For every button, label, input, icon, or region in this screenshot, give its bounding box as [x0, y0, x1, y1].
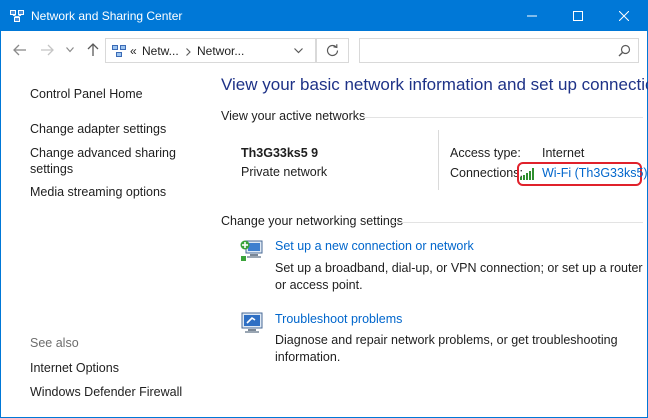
troubleshoot-description: Diagnose and repair network problems, or…	[275, 333, 618, 364]
sidebar-item-media-streaming-options[interactable]: Media streaming options	[30, 184, 166, 200]
title-bar[interactable]: Network and Sharing Center	[1, 1, 647, 31]
wifi-signal-icon	[520, 168, 534, 180]
search-box[interactable]	[359, 38, 639, 63]
breadcrumb-overflow[interactable]: «	[130, 44, 137, 58]
back-arrow-icon	[13, 44, 26, 56]
change-settings-heading: Change your networking settings	[221, 214, 404, 228]
sidebar: Control Panel Home Change adapter settin…	[1, 69, 215, 417]
network-location-icon	[112, 45, 126, 57]
troubleshoot-link[interactable]: Troubleshoot problems	[275, 312, 402, 326]
sidebar-item-internet-options[interactable]: Internet Options	[30, 360, 119, 376]
maximize-icon	[573, 11, 583, 21]
up-button[interactable]	[84, 41, 102, 59]
new-connection-icon	[240, 240, 263, 261]
forward-button[interactable]	[38, 41, 56, 59]
window: Network and Sharing Center « Netw... Net…	[0, 0, 648, 418]
access-type-label: Access type:	[450, 146, 521, 160]
page-title: View your basic network information and …	[221, 75, 648, 94]
setup-connection-description: Set up a broadband, dial-up, or VPN conn…	[275, 261, 643, 292]
close-icon	[619, 11, 629, 21]
address-bar[interactable]: « Netw... Networ...	[105, 38, 316, 63]
minimize-icon	[527, 15, 537, 17]
troubleshoot-icon	[241, 312, 263, 333]
setup-connection-link[interactable]: Set up a new connection or network	[275, 239, 474, 253]
sidebar-item-change-adapter-settings[interactable]: Change adapter settings	[30, 121, 166, 137]
chevron-down-icon	[66, 47, 74, 53]
minimize-button[interactable]	[509, 1, 555, 31]
refresh-button[interactable]	[316, 38, 349, 63]
back-button[interactable]	[11, 41, 29, 59]
forward-arrow-icon	[41, 44, 54, 56]
network-name: Th3G33ks5 9	[241, 146, 319, 160]
navigation-bar: « Netw... Networ...	[1, 31, 647, 69]
breadcrumb-item[interactable]: Networ...	[197, 44, 244, 58]
wifi-connection-link[interactable]: Wi-Fi (Th3G33ks5)	[542, 166, 648, 180]
chevron-right-icon	[186, 48, 191, 56]
search-input[interactable]	[364, 43, 604, 59]
section-divider	[393, 222, 643, 223]
vertical-divider	[438, 130, 439, 190]
refresh-icon	[326, 44, 339, 57]
access-type-value: Internet	[542, 146, 585, 160]
maximize-button[interactable]	[555, 1, 601, 31]
window-title: Network and Sharing Center	[31, 9, 183, 23]
connections-label: Connections:	[450, 166, 523, 180]
main-content: View your basic network information and …	[215, 69, 648, 417]
close-button[interactable]	[601, 1, 647, 31]
active-networks-heading: View your active networks	[221, 109, 366, 123]
sidebar-item-change-advanced-sharing-settings[interactable]: Change advanced sharing settings	[30, 145, 180, 177]
search-icon[interactable]	[618, 44, 631, 57]
see-also-heading: See also	[30, 336, 79, 350]
recent-locations-button[interactable]	[63, 41, 77, 59]
sidebar-item-control-panel-home[interactable]: Control Panel Home	[30, 86, 143, 102]
section-divider	[363, 117, 643, 118]
up-arrow-icon	[87, 43, 99, 56]
breadcrumb-item[interactable]: Netw...	[142, 44, 179, 58]
sidebar-item-windows-defender-firewall[interactable]: Windows Defender Firewall	[30, 384, 182, 400]
network-category: Private network	[241, 165, 328, 179]
chevron-down-icon[interactable]	[294, 48, 303, 54]
network-center-icon	[10, 10, 24, 22]
